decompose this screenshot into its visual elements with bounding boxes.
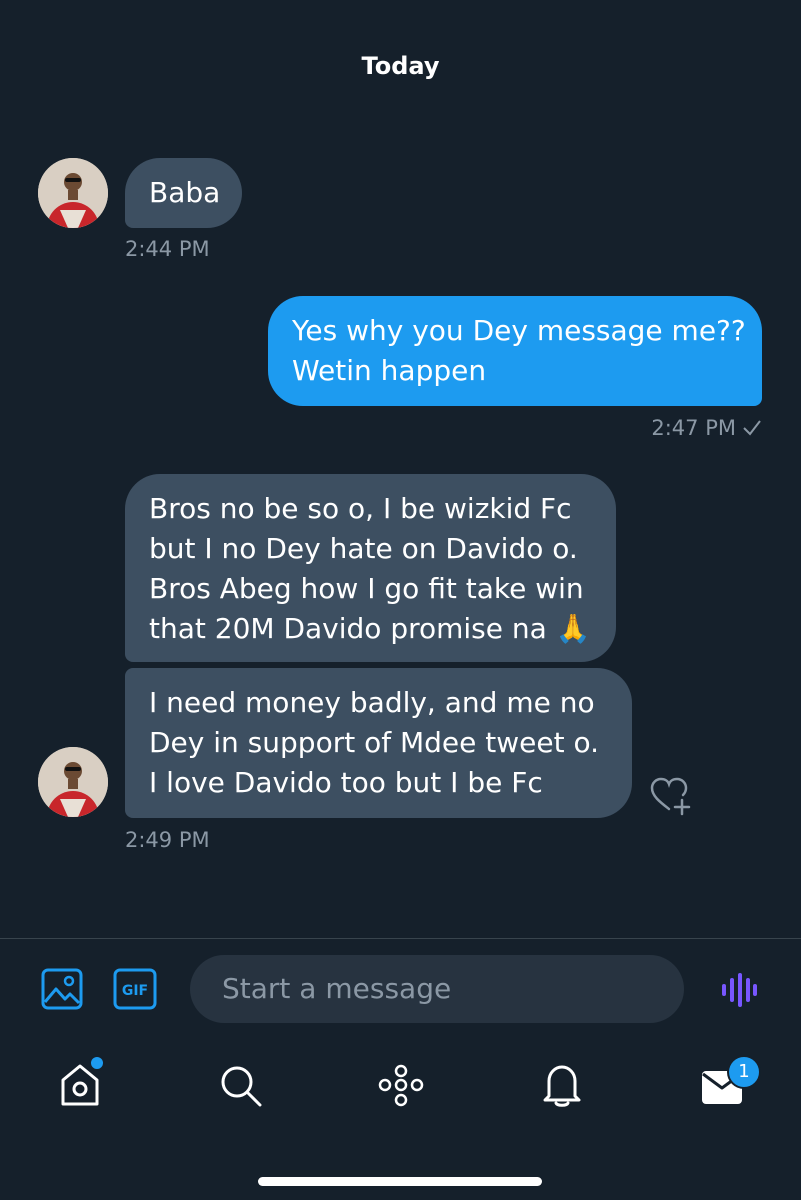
checkmark-icon bbox=[742, 418, 762, 442]
message-input[interactable]: Start a message bbox=[190, 955, 684, 1023]
contact-avatar[interactable] bbox=[38, 158, 108, 228]
voice-message-icon[interactable] bbox=[721, 972, 757, 1012]
message-text-line: Wetin happen bbox=[292, 354, 487, 387]
message-text-line: I love Davido too but I be Fc bbox=[149, 766, 543, 799]
incoming-message-bubble[interactable]: I need money badly, and me no Dey in sup… bbox=[125, 668, 632, 818]
message-timestamp: 2:44 PM bbox=[125, 237, 210, 261]
date-header: Today bbox=[361, 52, 440, 80]
search-icon[interactable] bbox=[219, 1064, 263, 1112]
message-timestamp: 2:49 PM bbox=[125, 828, 210, 852]
message-text-line: I need money badly, and me no bbox=[149, 686, 595, 719]
message-text-line: Bros no be so o, I be wizkid Fc bbox=[149, 492, 572, 525]
message-text-line: Bros Abeg how I go fit take win bbox=[149, 572, 584, 605]
avatar-photo bbox=[38, 158, 108, 228]
message-text-line: that 20M Davido promise na 🙏 bbox=[149, 612, 591, 645]
message-text-line: Yes why you Dey message me?? bbox=[292, 314, 746, 347]
incoming-message-bubble[interactable]: Baba bbox=[125, 158, 242, 228]
avatar-photo bbox=[38, 747, 108, 817]
incoming-message-bubble[interactable]: Bros no be so o, I be wizkid Fc but I no… bbox=[125, 474, 616, 662]
message-timestamp: 2:47 PM bbox=[651, 416, 736, 440]
message-text: Baba bbox=[149, 176, 221, 209]
gif-icon[interactable]: GIF bbox=[113, 968, 157, 1014]
composer-divider bbox=[0, 938, 801, 939]
messages-badge: 1 bbox=[727, 1055, 761, 1089]
contact-avatar[interactable] bbox=[38, 747, 108, 817]
gif-label: GIF bbox=[122, 983, 148, 999]
image-icon[interactable] bbox=[41, 968, 83, 1014]
notifications-icon[interactable] bbox=[541, 1062, 583, 1112]
message-text-line: Dey in support of Mdee tweet o. bbox=[149, 726, 600, 759]
spaces-icon[interactable] bbox=[378, 1064, 424, 1112]
add-reaction-heart-icon[interactable] bbox=[648, 773, 694, 819]
home-indicator[interactable] bbox=[258, 1177, 542, 1186]
outgoing-message-bubble[interactable]: Yes why you Dey message me?? Wetin happe… bbox=[268, 296, 762, 406]
home-notification-dot bbox=[89, 1055, 105, 1071]
message-status: 2:47 PM bbox=[651, 416, 762, 442]
message-input-placeholder: Start a message bbox=[222, 972, 452, 1005]
message-text-line: but I no Dey hate on Davido o. bbox=[149, 532, 578, 565]
